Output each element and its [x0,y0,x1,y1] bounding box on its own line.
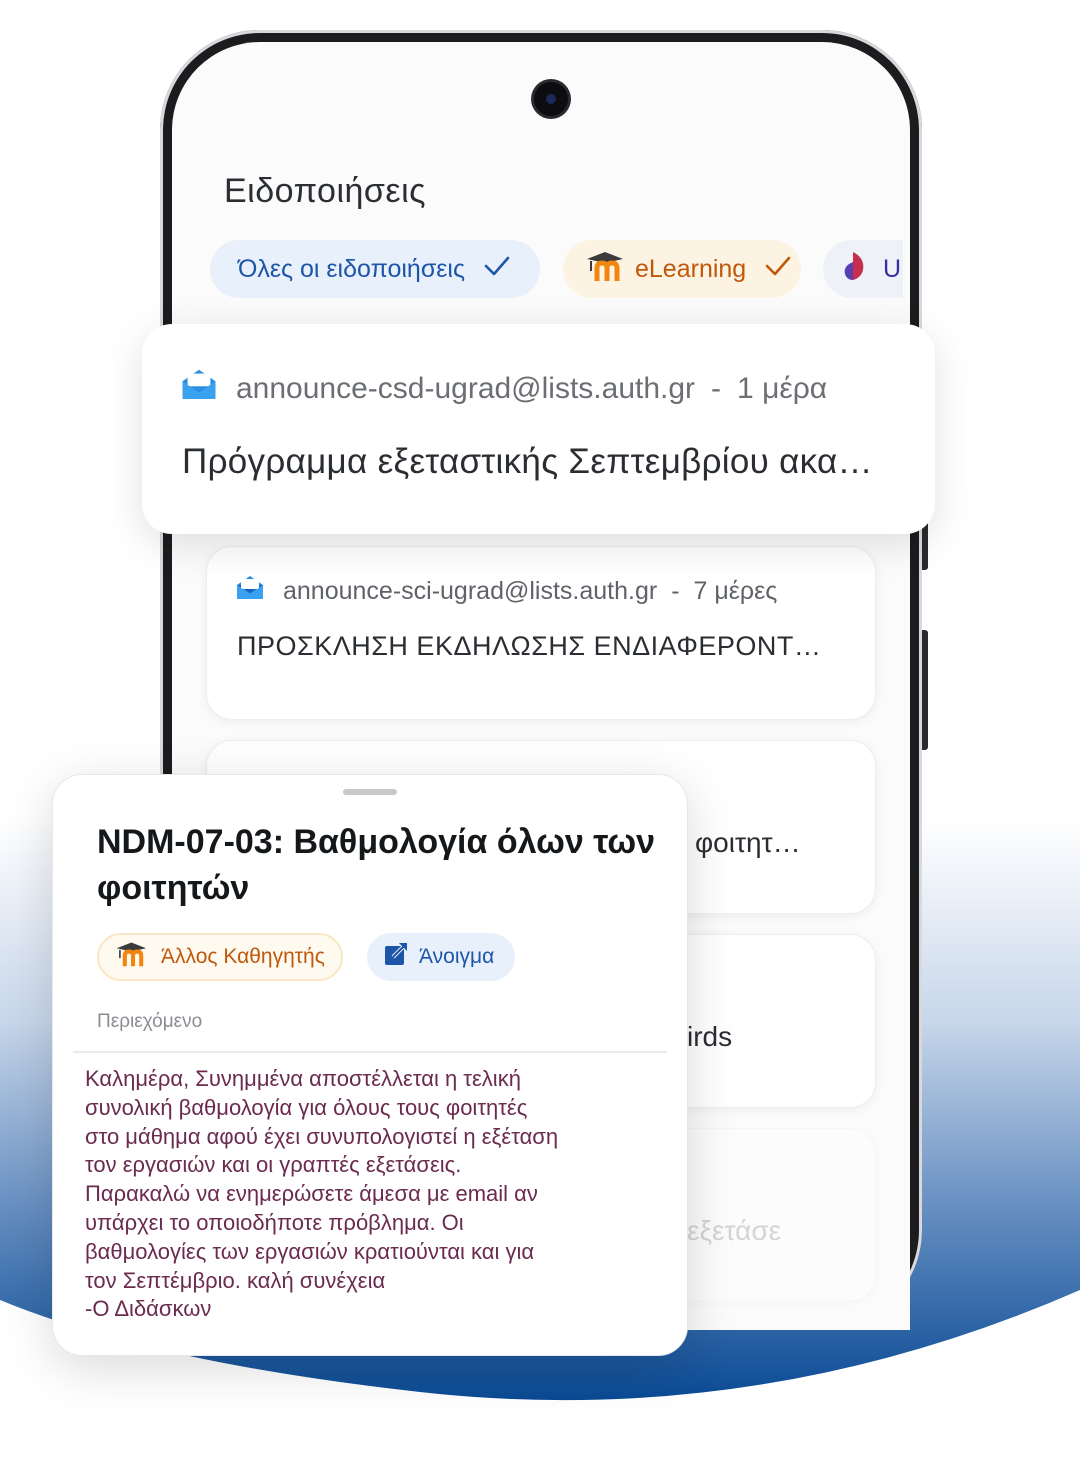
source-chip[interactable]: Άλλος Καθηγητής [97,933,343,981]
highlighted-notification[interactable]: announce-csd-ugrad@lists.auth.gr - 1 μέρ… [142,324,935,534]
check-icon [483,254,511,285]
filter-chip-app[interactable]: U [823,240,903,298]
notification-time: 1 μέρα [737,372,828,405]
open-button-label: Άνοιγμα [419,945,495,968]
app-logo-icon [839,250,867,289]
sheet-drag-handle[interactable] [343,789,397,795]
notification-title: ΠΡΟΣΚΛΗΣΗ ΕΚΔΗΛΩΣΗΣ ΕΝΔΙΑΦΕΡΟΝΤ… [237,631,822,661]
notification-title: Πρόγραμμα εξεταστικής Σεπτεμβρίου ακα… [182,442,873,481]
check-icon [764,254,792,285]
phone-power-button [922,630,928,750]
mail-icon [180,368,218,410]
notification-title: εξετάσε [687,1215,782,1246]
meta-separator: - [671,577,680,605]
filter-chip-label: Όλες οι ειδοποιήσεις [238,254,466,283]
open-external-icon [383,941,409,973]
moodle-logo-icon [585,249,629,290]
mail-icon [235,575,265,608]
filter-chip-label: U [883,254,902,283]
notification-title: φοιτητ… [695,827,801,858]
source-chip-label: Άλλος Καθηγητής [161,945,325,968]
notification-detail-sheet: NDM-07-03: Βαθμολογία όλων των φοιτητών … [52,774,688,1356]
divider [73,1051,667,1053]
front-camera [534,82,568,116]
open-button[interactable]: Άνοιγμα [367,933,515,981]
list-item[interactable]: announce-sci-ugrad@lists.auth.gr - 7 μέρ… [206,546,876,720]
notification-sender: announce-csd-ugrad@lists.auth.gr [236,372,696,405]
message-body: Καλημέρα, Συνημμένα αποστέλλεται η τελικ… [85,1066,559,1322]
notification-time: 7 μέρες [693,577,778,605]
page-title: Ειδοποιήσεις [224,172,427,210]
notification-sender: announce-sci-ugrad@lists.auth.gr [283,577,658,605]
filter-chip-elearning[interactable]: eLearning [563,240,801,298]
meta-separator: - [711,372,722,405]
filter-chip-all[interactable]: Όλες οι ειδοποιήσεις [210,240,540,298]
sheet-title: NDM-07-03: Βαθμολογία όλων των φοιτητών [97,823,656,907]
moodle-logo-icon [115,940,151,974]
content-section-label: Περιεχόμενο [97,1011,203,1032]
notification-title: irds [687,1021,733,1052]
filter-chip-label: eLearning [635,254,747,283]
